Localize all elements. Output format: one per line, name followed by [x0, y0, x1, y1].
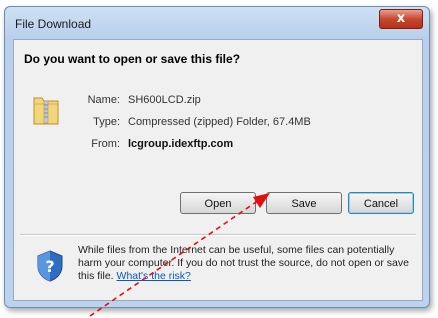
security-warning: While files from the Internet can be use…: [78, 244, 414, 283]
zip-folder-icon: [32, 92, 60, 131]
save-button[interactable]: Save: [266, 192, 342, 214]
file-name-row: Name: SH600LCD.zip: [74, 94, 201, 106]
type-value: Compressed (zipped) Folder, 67.4MB: [128, 116, 311, 128]
cancel-button[interactable]: Cancel: [348, 192, 414, 214]
from-value: lcgroup.idexftp.com: [128, 138, 234, 150]
name-label: Name:: [87, 94, 120, 106]
from-label: From:: [91, 138, 120, 150]
separator: [20, 234, 416, 236]
close-button[interactable]: x: [379, 9, 423, 29]
file-from-row: From: lcgroup.idexftp.com: [74, 138, 233, 150]
open-button[interactable]: Open: [180, 192, 256, 214]
svg-text:?: ?: [45, 257, 54, 276]
risk-link[interactable]: What's the risk?: [117, 270, 191, 282]
file-download-dialog: File Download x Do you want to open or s…: [4, 6, 430, 308]
dialog-question: Do you want to open or save this file?: [24, 52, 241, 66]
dialog-body: Do you want to open or save this file? N…: [13, 39, 423, 301]
file-type-row: Type: Compressed (zipped) Folder, 67.4MB: [74, 116, 311, 128]
name-value: SH600LCD.zip: [128, 94, 201, 106]
security-shield-icon: ?: [36, 250, 64, 287]
window-title: File Download: [15, 17, 92, 31]
type-label: Type:: [93, 116, 120, 128]
